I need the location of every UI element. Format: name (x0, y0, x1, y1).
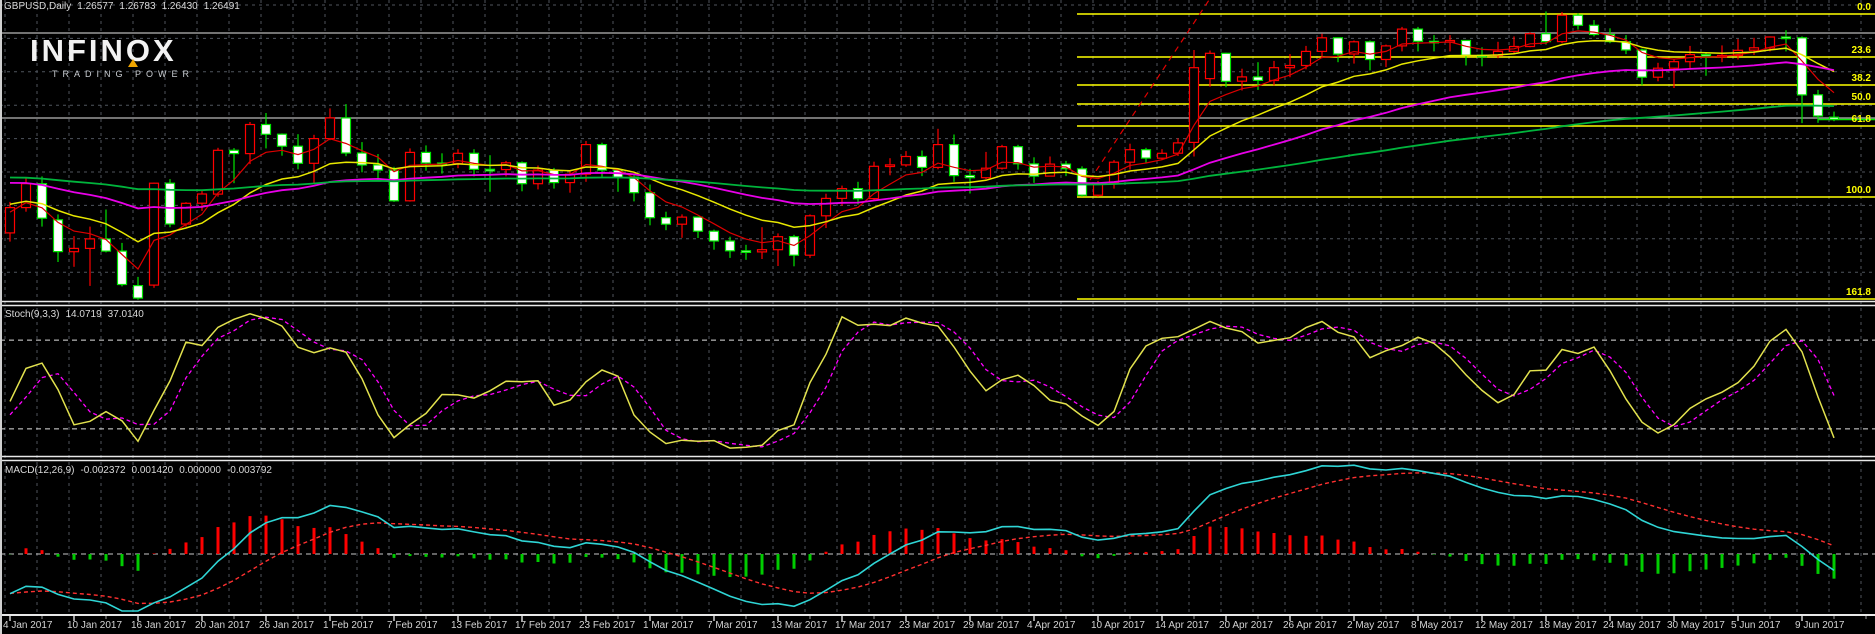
x-axis-date-label: 12 May 2017 (1475, 620, 1533, 631)
x-axis-date-label: 23 Mar 2017 (899, 620, 955, 631)
macd-signal-value: -0.003792 (227, 465, 272, 476)
x-axis-date-label: 16 Jan 2017 (131, 620, 186, 631)
symbol-ohlc-label: GBPUSD,Daily 1.26577 1.26783 1.26430 1.26491 (4, 1, 246, 12)
x-axis-date-label: 14 Apr 2017 (1155, 620, 1209, 631)
stochastic-indicator-label: Stoch(9,3,3) 14.0719 37.0140 (5, 309, 150, 320)
x-axis-date-label: 1 Mar 2017 (643, 620, 694, 631)
x-axis-date-label: 17 Mar 2017 (835, 620, 891, 631)
x-axis-date-label: 7 Feb 2017 (387, 620, 438, 631)
x-axis-date-label: 1 Feb 2017 (323, 620, 374, 631)
x-axis-date-label: 29 Mar 2017 (963, 620, 1019, 631)
ohlc-close: 1.26491 (204, 1, 240, 12)
infinox-logo-subtext: TRADING POWER (52, 69, 194, 79)
x-axis-date-label: 18 May 2017 (1539, 620, 1597, 631)
x-axis-date-label: 4 Apr 2017 (1027, 620, 1075, 631)
x-axis-date-label: 26 Apr 2017 (1283, 620, 1337, 631)
window-left-border (0, 0, 2, 634)
x-axis-date-label: 20 Apr 2017 (1219, 620, 1273, 631)
fib-level-label: 50.0 (1852, 92, 1871, 103)
macd-name: MACD(12,26,9) (5, 465, 74, 476)
x-axis-date-label: 2 May 2017 (1347, 620, 1399, 631)
macd-osma-value: 0.001420 (132, 465, 174, 476)
x-axis-date-label: 17 Feb 2017 (515, 620, 571, 631)
x-axis-date-label: 30 May 2017 (1667, 620, 1725, 631)
x-axis-date-label: 7 Mar 2017 (707, 620, 758, 631)
symbol-period: GBPUSD,Daily (4, 1, 71, 12)
fib-level-label: 100.0 (1846, 185, 1871, 196)
ohlc-open: 1.26577 (77, 1, 113, 12)
x-axis-date-label: 20 Jan 2017 (195, 620, 250, 631)
x-axis-date-label: 4 Jan 2017 (3, 620, 53, 631)
macd-zero-value: 0.000000 (179, 465, 221, 476)
ohlc-high: 1.26783 (119, 1, 155, 12)
x-axis-date-label: 24 May 2017 (1603, 620, 1661, 631)
x-axis-date-label: 13 Mar 2017 (771, 620, 827, 631)
x-axis-date-label: 10 Apr 2017 (1091, 620, 1145, 631)
mt4-chart-window: GBPUSD,Daily 1.26577 1.26783 1.26430 1.26491… (0, 0, 1875, 634)
fib-level-label: 38.2 (1852, 73, 1871, 84)
stoch-d-value: 37.0140 (108, 309, 144, 320)
stoch-k-value: 14.0719 (65, 309, 101, 320)
price-chart-canvas[interactable] (0, 0, 1875, 634)
stoch-name: Stoch(9,3,3) (5, 309, 59, 320)
fib-level-label: 23.6 (1852, 45, 1871, 56)
fib-level-label: 61.8 (1852, 114, 1871, 125)
x-axis-date-label: 13 Feb 2017 (451, 620, 507, 631)
x-axis-date-label: 23 Feb 2017 (579, 620, 635, 631)
ohlc-low: 1.26430 (162, 1, 198, 12)
x-axis-date-label: 8 May 2017 (1411, 620, 1463, 631)
x-axis-date-label: 9 Jun 2017 (1795, 620, 1845, 631)
x-axis-date-label: 26 Jan 2017 (259, 620, 314, 631)
macd-indicator-label: MACD(12,26,9) -0.002372 0.001420 0.000000 -0… (5, 465, 278, 476)
macd-main-value: -0.002372 (80, 465, 125, 476)
infinox-logo-text: INFINOX (30, 36, 194, 66)
fib-level-label: 161.8 (1846, 287, 1871, 298)
infinox-logo: INFINOX TRADING POWER (30, 36, 194, 79)
fib-level-label: 0.0 (1857, 2, 1871, 13)
x-axis-date-label: 5 Jun 2017 (1731, 620, 1781, 631)
infinox-logo-triangle-icon (128, 59, 138, 67)
x-axis-date-label: 10 Jan 2017 (67, 620, 122, 631)
